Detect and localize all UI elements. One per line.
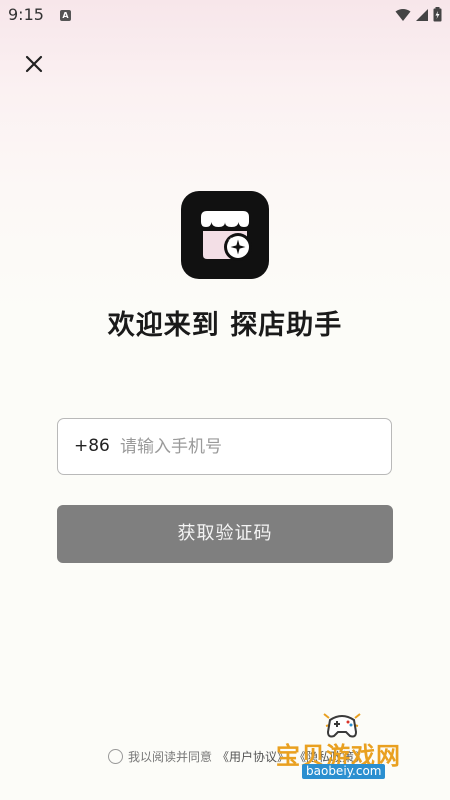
battery-icon [433, 7, 442, 22]
close-icon [25, 55, 43, 77]
agreement-prefix: 我以阅读并同意 [128, 749, 213, 764]
country-code[interactable]: +86 [74, 419, 110, 474]
status-bar: 9:15 A [0, 0, 450, 32]
phone-field[interactable]: +86 [57, 418, 392, 475]
signal-icon [415, 8, 429, 22]
watermark: 宝贝游戏网 baobeiy.com [270, 704, 420, 784]
close-button[interactable] [22, 54, 46, 78]
agree-checkbox[interactable] [108, 748, 123, 764]
status-time: 9:15 [8, 5, 44, 24]
welcome-title: 欢迎来到 探店助手 [107, 310, 343, 341]
watermark-url: baobeiy.com [302, 764, 386, 779]
notification-icon: A [60, 10, 71, 21]
app-logo [181, 191, 269, 279]
get-code-button[interactable]: 获取验证码 [57, 505, 393, 563]
status-icons [395, 7, 442, 22]
wifi-icon [395, 8, 411, 22]
phone-input[interactable] [120, 419, 380, 474]
